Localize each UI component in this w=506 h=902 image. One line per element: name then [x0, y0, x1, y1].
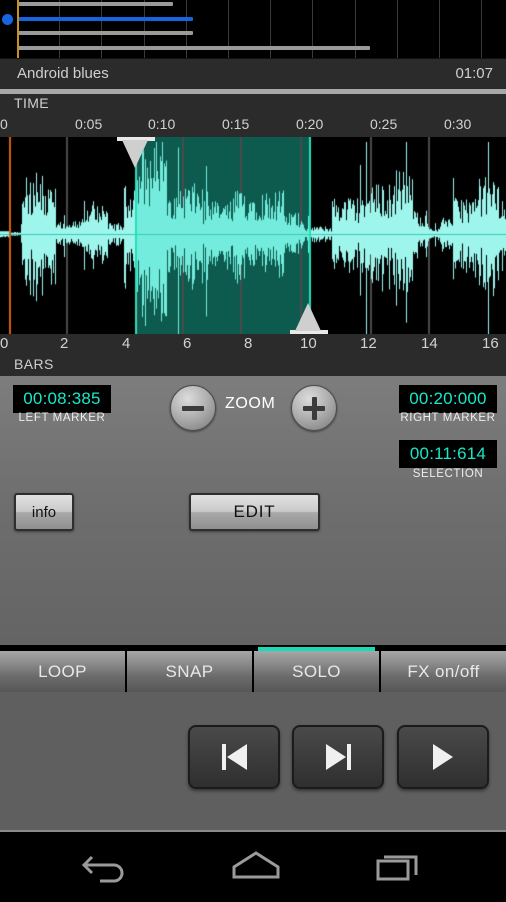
time-tick: 0:30 — [444, 116, 472, 132]
time-tick: 0:10 — [148, 116, 176, 132]
time-tick: 0:15 — [222, 116, 250, 132]
overview-gridline — [397, 0, 398, 58]
overview-gridline — [481, 0, 482, 58]
bar-tick: 0 — [0, 335, 9, 352]
zoom-label: ZOOM — [225, 395, 276, 412]
edit-button[interactable]: EDIT — [189, 493, 320, 531]
forward-to-end-button[interactable] — [292, 725, 384, 789]
song-title-bar[interactable]: Android blues 01:07 — [0, 58, 506, 89]
waveform-canvas[interactable] — [0, 137, 506, 334]
bar-tick: 2 — [60, 335, 69, 352]
tab-solo[interactable]: SOLO — [254, 651, 379, 692]
bar-tick: 10 — [300, 335, 317, 352]
plus-icon — [292, 386, 336, 430]
time-tick: 0:20 — [296, 116, 324, 132]
android-recents-button[interactable] — [355, 832, 445, 902]
song-title: Android blues — [17, 65, 109, 82]
waveform-display[interactable] — [0, 137, 506, 334]
time-tick: 0:25 — [370, 116, 398, 132]
rewind-to-start-button[interactable] — [188, 725, 280, 789]
bar-tick: 4 — [122, 335, 131, 352]
overview-playhead[interactable] — [17, 0, 19, 58]
song-duration: 01:07 — [455, 65, 493, 82]
overview-gridline — [439, 0, 440, 58]
minus-icon — [171, 386, 215, 430]
bar-tick: 6 — [183, 335, 192, 352]
bar-tick: 12 — [360, 335, 377, 352]
record-indicator-dot — [2, 14, 13, 25]
zoom-out-button[interactable] — [170, 385, 216, 431]
android-navigation-bar — [0, 830, 506, 902]
play-button[interactable] — [397, 725, 489, 789]
time-tick: 0 — [0, 116, 8, 132]
bars-ruler[interactable]: BARS 0 2 4 6 8 10 12 14 16 — [0, 334, 506, 376]
skip-back-icon — [221, 744, 247, 770]
control-panel: 00:08:385 LEFT MARKER ZOOM 00:20:000 RIG… — [0, 376, 506, 659]
home-icon — [228, 845, 284, 890]
left-marker-readout[interactable]: 00:08:385 — [13, 385, 111, 413]
left-marker-handle[interactable] — [122, 140, 148, 168]
bars-ruler-label: BARS — [14, 356, 54, 372]
time-ruler-label: TIME — [14, 95, 50, 111]
right-marker-readout[interactable]: 00:20:000 — [399, 385, 497, 413]
bar-tick: 16 — [482, 335, 499, 352]
tab-fx-on-off[interactable]: FX on/off — [381, 651, 506, 692]
time-tick: 0:05 — [75, 116, 103, 132]
left-marker-caption: LEFT MARKER — [18, 412, 106, 424]
time-ruler[interactable]: TIME 0 0:05 0:10 0:15 0:20 0:25 0:30 — [0, 94, 506, 137]
zoom-in-button[interactable] — [291, 385, 337, 431]
overview-track-2-selected[interactable] — [17, 17, 193, 21]
right-marker-handle[interactable] — [295, 303, 321, 331]
audio-editor-app: Android blues 01:07 TIME 0 0:05 0:10 0:15 0:… — [0, 0, 506, 902]
bar-tick: 14 — [421, 335, 438, 352]
overview-track-3[interactable] — [17, 31, 193, 35]
overview-track-4[interactable] — [17, 46, 370, 50]
right-marker-caption: RIGHT MARKER — [400, 412, 496, 424]
bar-tick: 8 — [244, 335, 253, 352]
android-home-button[interactable] — [211, 832, 301, 902]
info-button[interactable]: info — [14, 493, 74, 531]
skip-forward-icon — [325, 744, 351, 770]
transport-bar — [0, 692, 506, 830]
recents-icon — [372, 845, 428, 890]
play-icon — [433, 744, 453, 770]
mode-tab-bar: LOOP SNAP SOLO FX on/off — [0, 645, 506, 692]
track-overview[interactable] — [0, 0, 506, 58]
selection-caption: SELECTION — [412, 468, 484, 480]
tab-snap[interactable]: SNAP — [127, 651, 252, 692]
android-back-button[interactable] — [62, 832, 152, 902]
tab-loop[interactable]: LOOP — [0, 651, 125, 692]
overview-track-1[interactable] — [17, 2, 173, 6]
back-icon — [81, 845, 132, 890]
selection-readout[interactable]: 00:11:614 — [399, 440, 497, 468]
